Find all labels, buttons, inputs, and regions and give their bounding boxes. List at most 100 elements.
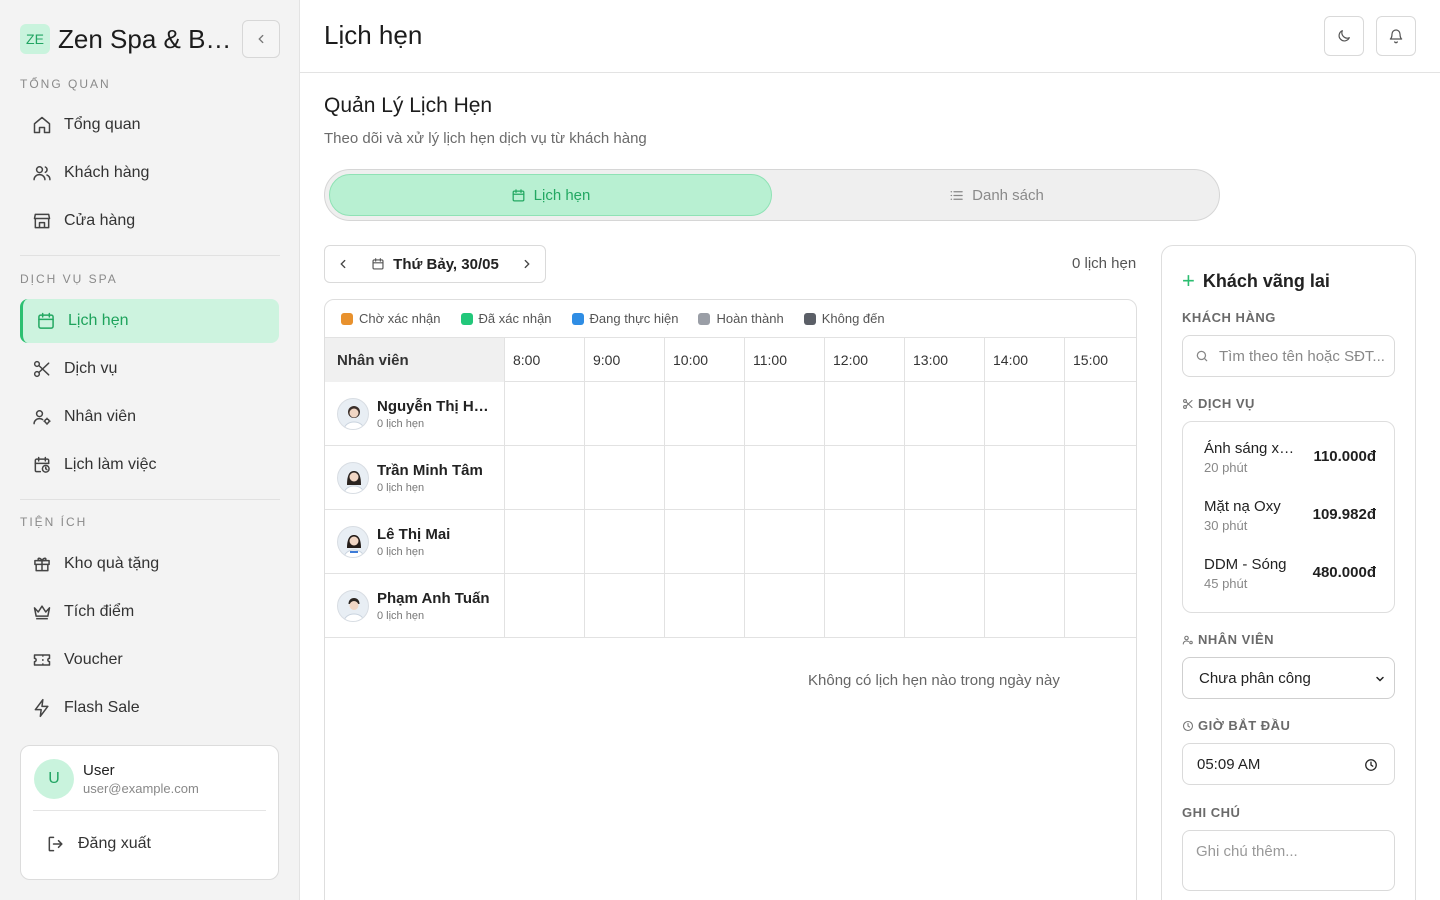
- time-slot[interactable]: [825, 382, 905, 446]
- sidebar-item-label: Lịch hẹn: [68, 312, 129, 329]
- time-slot[interactable]: [665, 382, 745, 446]
- staff-select[interactable]: Chưa phân công: [1182, 657, 1395, 699]
- logout-label: Đăng xuất: [78, 835, 151, 852]
- time-slot[interactable]: [585, 446, 665, 510]
- calendar-icon: [512, 188, 525, 201]
- sidebar: ZE Zen Spa & Beauty TỔNG QUAN Tổng quan …: [0, 0, 300, 900]
- time-slot[interactable]: [665, 510, 745, 574]
- tab-list[interactable]: Danh sách: [775, 174, 1218, 216]
- page-title: Lịch hẹn: [324, 20, 423, 50]
- theme-toggle-button[interactable]: [1324, 16, 1364, 56]
- start-time-input[interactable]: 05:09 AM: [1182, 743, 1395, 785]
- current-date: Thứ Bảy, 30/05: [393, 255, 499, 273]
- sidebar-item-services[interactable]: Dịch vụ: [20, 347, 279, 391]
- sidebar-item-staff[interactable]: Nhân viên: [20, 395, 279, 439]
- staff-appointment-count: 0 lịch hẹn: [377, 482, 425, 494]
- time-slot[interactable]: [985, 446, 1065, 510]
- time-slot[interactable]: [665, 574, 745, 638]
- sidebar-item-overview[interactable]: Tổng quan: [20, 103, 279, 147]
- sidebar-item-flash-sale[interactable]: Flash Sale: [20, 686, 279, 730]
- time-slot[interactable]: [505, 382, 585, 446]
- sidebar-item-schedule[interactable]: Lịch làm việc: [20, 443, 279, 487]
- service-label: DỊCH VỤ: [1198, 396, 1255, 411]
- time-slot[interactable]: [1065, 510, 1136, 574]
- hour-header: 13:00: [905, 338, 985, 382]
- staff-label: NHÂN VIÊN: [1198, 632, 1275, 647]
- scissors-icon: [33, 360, 50, 378]
- staff-row: Lê Thị Mai 0 lịch hẹn: [325, 510, 1136, 574]
- time-slot[interactable]: [825, 446, 905, 510]
- time-slot[interactable]: [1065, 382, 1136, 446]
- time-slot[interactable]: [1065, 574, 1136, 638]
- service-duration: 20 phút: [1204, 460, 1248, 475]
- time-slot[interactable]: [745, 574, 825, 638]
- time-slot[interactable]: [825, 510, 905, 574]
- time-slot[interactable]: [825, 574, 905, 638]
- plus-icon: +: [1182, 268, 1195, 293]
- panel-title: + Khách vãng lai: [1182, 268, 1330, 294]
- status-legend: Chờ xác nhận Đã xác nhận Đang thực hiện …: [325, 300, 1136, 338]
- service-option[interactable]: Ánh sáng xanh 20 phút 110.000đ: [1204, 440, 1376, 480]
- time-slot[interactable]: [1065, 446, 1136, 510]
- sidebar-item-points[interactable]: Tích điểm: [20, 590, 279, 634]
- legend-swatch: [460, 312, 473, 325]
- staff-cell: Phạm Anh Tuấn 0 lịch hẹn: [325, 574, 505, 638]
- time-slot[interactable]: [985, 382, 1065, 446]
- sidebar-item-label: Flash Sale: [64, 699, 140, 716]
- service-option[interactable]: DDM - Sóng 45 phút 480.000đ: [1204, 556, 1376, 596]
- users-icon: [33, 166, 51, 181]
- staff-row: Nguyễn Thị Hồng 0 lịch hẹn: [325, 382, 1136, 446]
- previous-day-button[interactable]: [325, 246, 361, 282]
- sidebar-item-stores[interactable]: Cửa hàng: [20, 199, 279, 243]
- date-picker[interactable]: Thứ Bảy, 30/05: [361, 256, 509, 273]
- staff-row: Phạm Anh Tuấn 0 lịch hẹn: [325, 574, 1136, 638]
- top-header: Lịch hẹn: [300, 0, 1440, 73]
- sidebar-item-gifts[interactable]: Kho quà tặng: [20, 542, 279, 586]
- time-slot[interactable]: [505, 510, 585, 574]
- note-placeholder: Ghi chú thêm...: [1196, 843, 1298, 860]
- staff-row: Trần Minh Tâm 0 lịch hẹn: [325, 446, 1136, 510]
- legend-swatch: [803, 312, 816, 325]
- tab-calendar[interactable]: Lịch hẹn: [329, 174, 772, 216]
- sidebar-item-appointments[interactable]: Lịch hẹn: [20, 299, 279, 343]
- time-slot[interactable]: [505, 446, 585, 510]
- next-day-button[interactable]: [509, 246, 545, 282]
- time-slot[interactable]: [745, 446, 825, 510]
- section-subtitle: Theo dõi và xử lý lịch hẹn dịch vụ từ kh…: [324, 130, 647, 147]
- logout-button[interactable]: Đăng xuất: [46, 834, 151, 854]
- time-slot[interactable]: [905, 510, 985, 574]
- notifications-button[interactable]: [1376, 16, 1416, 56]
- customer-search-input[interactable]: Tìm theo tên hoặc SĐT...: [1182, 335, 1395, 377]
- time-slot[interactable]: [585, 574, 665, 638]
- scissors-icon: [1183, 398, 1193, 409]
- note-textarea[interactable]: Ghi chú thêm...: [1182, 830, 1395, 891]
- section-heading: Quản Lý Lịch Hẹn: [324, 94, 493, 117]
- zap-icon: [34, 698, 49, 718]
- time-slot[interactable]: [505, 574, 585, 638]
- time-slot[interactable]: [985, 574, 1065, 638]
- date-navigator: Thứ Bảy, 30/05: [324, 245, 546, 283]
- search-placeholder: Tìm theo tên hoặc SĐT...: [1219, 347, 1385, 365]
- service-option[interactable]: Mặt nạ Oxy 30 phút 109.982đ: [1204, 498, 1376, 538]
- time-slot[interactable]: [665, 446, 745, 510]
- time-slot[interactable]: [985, 510, 1065, 574]
- service-list: Ánh sáng xanh 20 phút 110.000đ Mặt nạ Ox…: [1182, 421, 1395, 613]
- time-slot[interactable]: [585, 510, 665, 574]
- sidebar-item-customers[interactable]: Khách hàng: [20, 151, 279, 195]
- collapse-sidebar-button[interactable]: [242, 20, 280, 58]
- time-slot[interactable]: [745, 510, 825, 574]
- service-duration: 45 phút: [1204, 576, 1248, 591]
- time-slot[interactable]: [905, 382, 985, 446]
- tab-label: Danh sách: [972, 186, 1044, 204]
- sidebar-item-voucher[interactable]: Voucher: [20, 638, 279, 682]
- time-slot[interactable]: [745, 382, 825, 446]
- list-icon: [950, 190, 963, 200]
- time-slot[interactable]: [905, 574, 985, 638]
- sidebar-item-label: Nhân viên: [64, 408, 137, 425]
- service-label-row: DỊCH VỤ: [1182, 396, 1255, 411]
- avatar: [337, 398, 369, 430]
- legend-item-completed: Hoàn thành: [698, 311, 784, 326]
- time-slot[interactable]: [905, 446, 985, 510]
- time-slot[interactable]: [585, 382, 665, 446]
- staff-name: Phạm Anh Tuấn: [377, 590, 490, 607]
